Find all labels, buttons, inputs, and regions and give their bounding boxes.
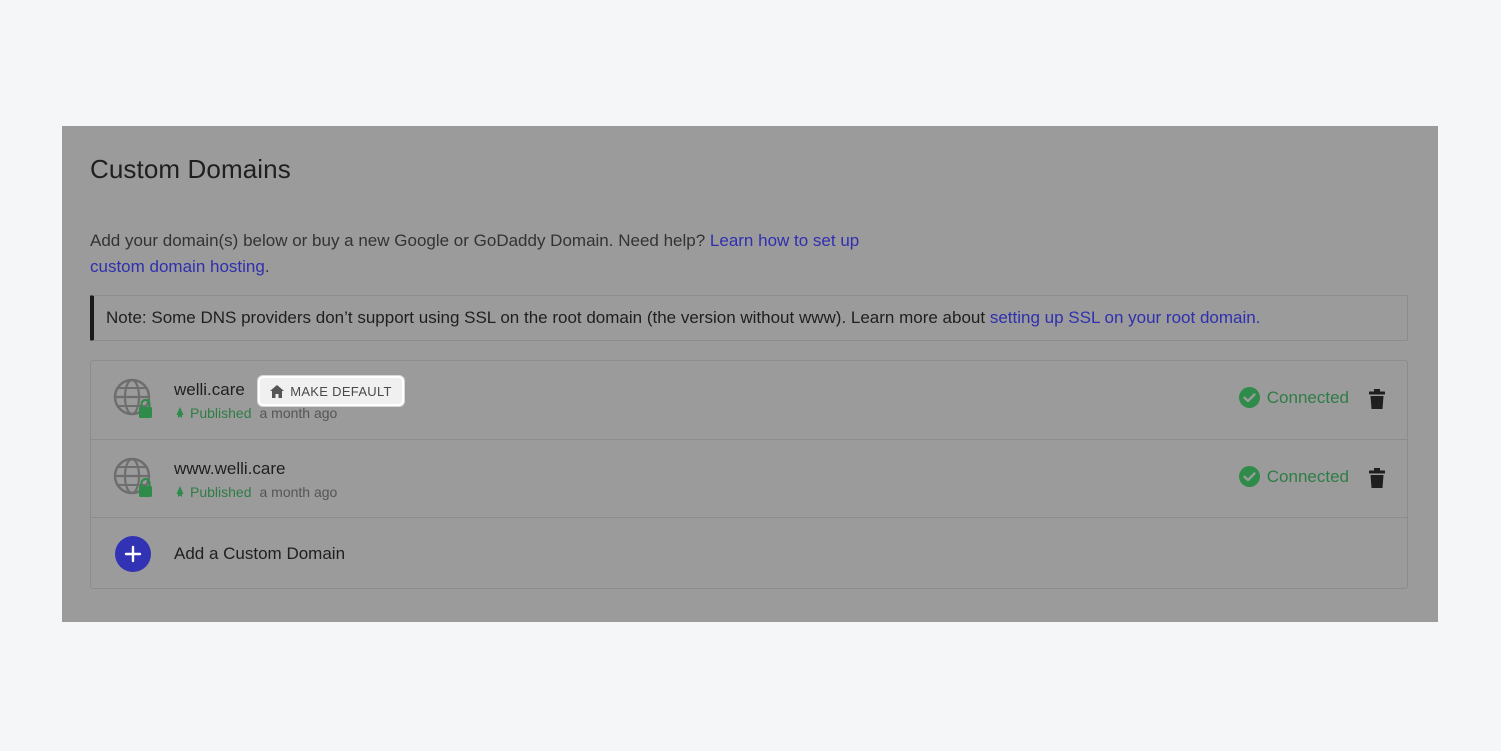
ssl-root-domain-link[interactable]: setting up SSL on your root domain. [990, 308, 1261, 327]
published-status: Published a month ago [174, 484, 337, 500]
domain-name: welli.care [174, 380, 245, 399]
page-title: Custom Domains [90, 154, 291, 184]
domain-row: welli.care MAKE DEFAULT Published a mont… [91, 361, 1407, 440]
add-domain-label[interactable]: Add a Custom Domain [174, 544, 345, 564]
published-label: Published [190, 405, 252, 421]
rocket-icon [176, 407, 184, 418]
globe-lock-icon [113, 457, 152, 497]
add-domain-button[interactable] [115, 536, 151, 572]
home-icon [270, 384, 285, 398]
domain-list: welli.care MAKE DEFAULT Published a mont… [90, 360, 1408, 589]
connection-status: Connected [1238, 387, 1349, 408]
rocket-icon [176, 486, 184, 497]
trash-icon[interactable] [1369, 389, 1385, 409]
status-label: Connected [1266, 387, 1349, 407]
intro-body: Add your domain(s) below or buy a new Go… [90, 231, 710, 250]
published-ago: a month ago [259, 405, 338, 421]
note-body: Note: Some DNS providers don’t support u… [106, 308, 990, 327]
status-label: Connected [1266, 466, 1349, 486]
ssl-note: Note: Some DNS providers don’t support u… [90, 295, 1408, 341]
add-domain-row[interactable]: Add a Custom Domain [91, 518, 1407, 589]
domain-row: www.welli.care Published a month ago Con… [91, 440, 1407, 518]
connection-status: Connected [1238, 466, 1349, 487]
domain-name: www.welli.care [174, 459, 286, 478]
intro-text: Add your domain(s) below or buy a new Go… [90, 228, 910, 280]
trash-icon[interactable] [1369, 468, 1385, 488]
plus-icon [124, 545, 142, 563]
custom-domains-panel: Custom Domains Add your domain(s) below … [62, 126, 1438, 622]
check-circle-icon [1238, 387, 1260, 408]
published-label: Published [190, 484, 252, 500]
make-default-button[interactable]: MAKE DEFAULT [258, 376, 404, 406]
globe-lock-icon [113, 378, 152, 418]
published-ago: a month ago [259, 484, 338, 500]
check-circle-icon [1238, 466, 1260, 487]
published-status: Published a month ago [174, 405, 337, 421]
intro-suffix: . [264, 257, 270, 276]
make-default-label: MAKE DEFAULT [290, 383, 392, 399]
